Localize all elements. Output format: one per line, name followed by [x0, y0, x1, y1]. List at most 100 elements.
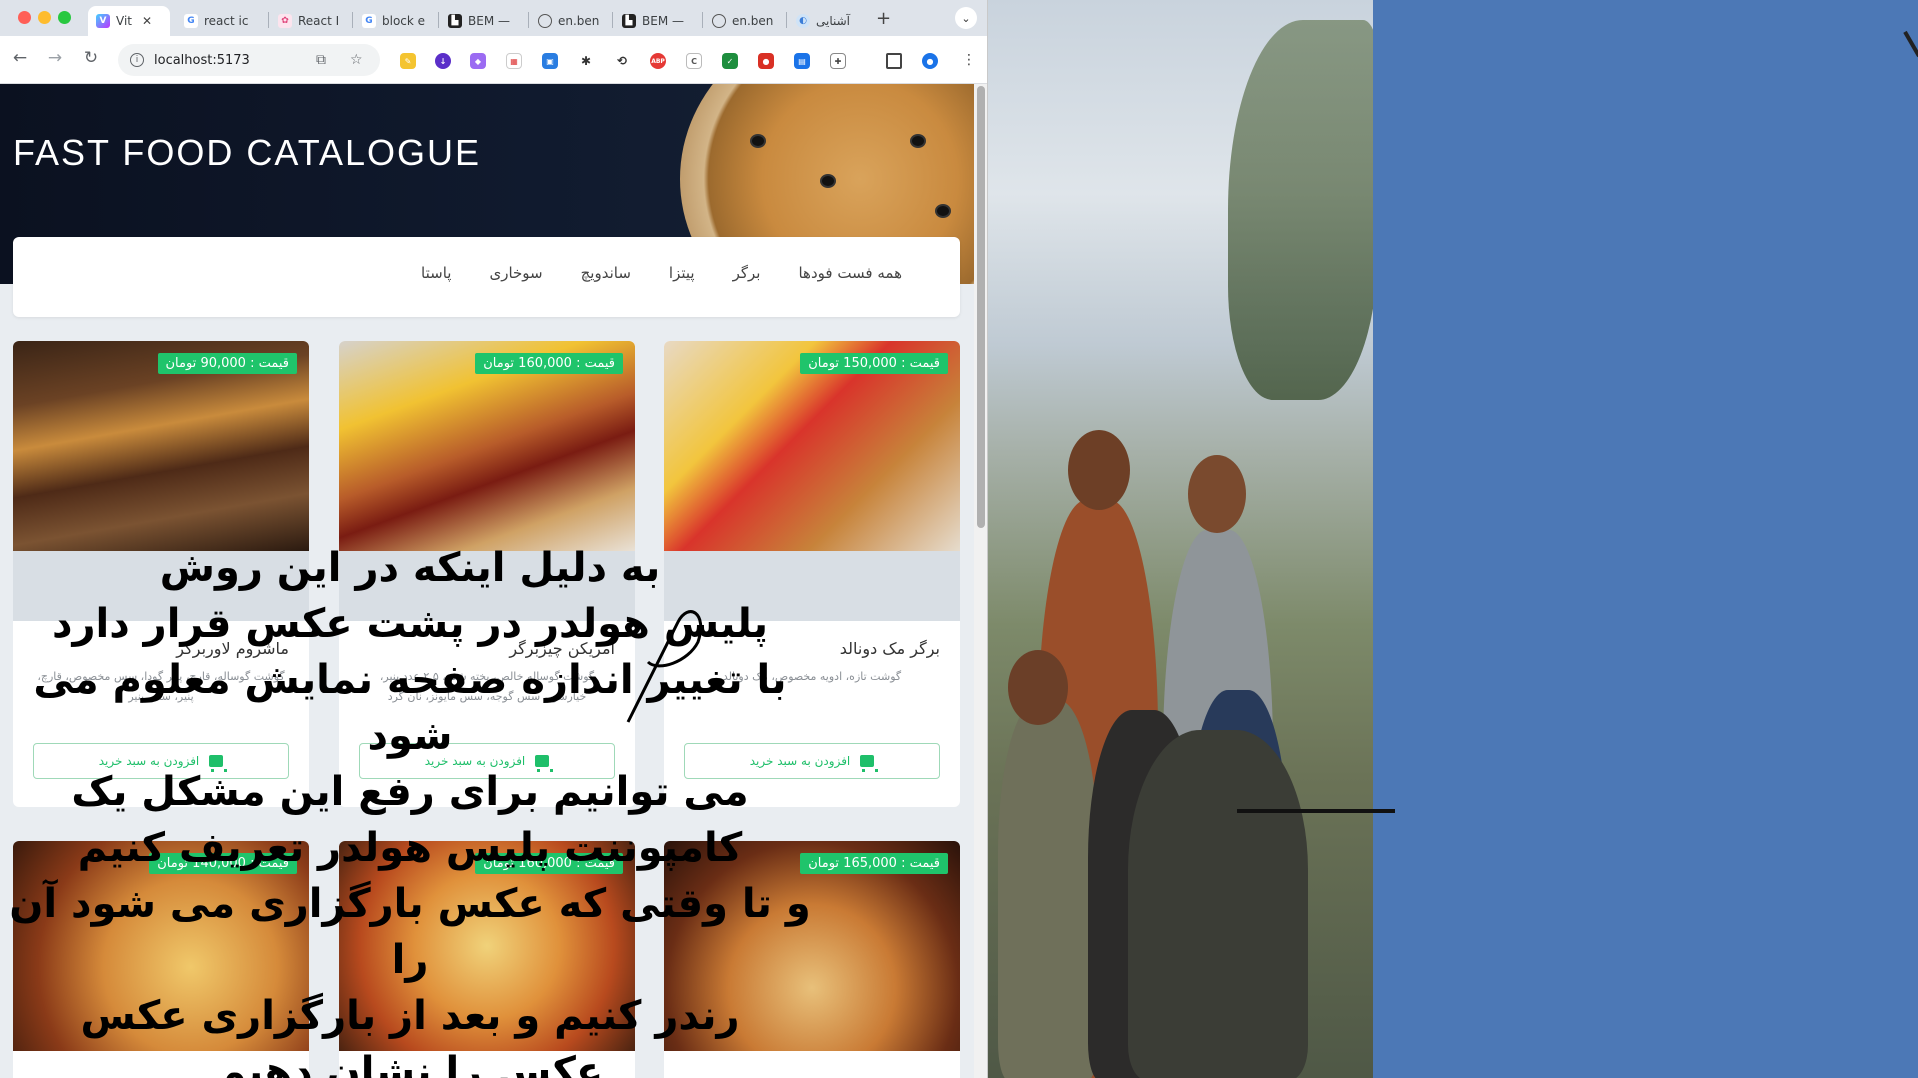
olive-decoration	[910, 134, 926, 148]
site-icon: ◐	[796, 14, 810, 28]
page-title: FAST FOOD CATALOGUE	[13, 132, 482, 173]
olive-decoration	[935, 204, 951, 218]
tab-separator	[438, 12, 439, 28]
extension-record-icon[interactable]: ●	[758, 53, 774, 69]
extension-download-icon[interactable]: ↓	[435, 53, 451, 69]
overlay-line: کامپوننت پلیس هولدر تعریف کنیم	[77, 825, 743, 871]
price-badge: قیمت : 150,000 تومان	[800, 353, 948, 374]
tab-react-icons[interactable]: G react ic	[176, 6, 266, 36]
overlay-line: به دلیل اینکه در این روش	[159, 545, 661, 591]
person-head	[1068, 430, 1130, 510]
google-icon: G	[362, 14, 376, 28]
drawn-line	[1237, 809, 1395, 813]
person-figure	[998, 700, 1098, 1078]
category-nav: همه فست فودها برگر پیتزا ساندویچ سوخاری …	[13, 237, 960, 317]
forward-arrow-icon[interactable]: →	[44, 48, 66, 68]
globe-icon	[538, 14, 552, 28]
tab-label: BEM —	[468, 14, 510, 28]
translate-icon[interactable]: ⧉	[316, 52, 326, 68]
extension-sync-icon[interactable]: ⟲	[614, 53, 630, 69]
pen-scribble	[626, 610, 703, 723]
person-head	[1008, 650, 1068, 725]
reload-icon[interactable]: ↻	[80, 48, 102, 68]
tab-react[interactable]: ✿ React I	[270, 6, 352, 36]
page-scrollbar[interactable]	[974, 84, 987, 1078]
tab-label: react ic	[204, 14, 249, 28]
tab-ashnaei[interactable]: ◐ آشنایی	[788, 6, 870, 36]
nav-all-fastfood[interactable]: همه فست فودها	[798, 264, 902, 282]
minimize-window-button[interactable]	[38, 11, 51, 24]
google-icon: G	[184, 14, 198, 28]
bem-icon: ▙	[622, 14, 636, 28]
olive-decoration	[750, 134, 766, 148]
edge-mark	[1903, 30, 1918, 58]
tab-vite[interactable]: V Vit ✕	[88, 6, 170, 36]
extension-clipboard-icon[interactable]: ▤	[794, 53, 810, 69]
product-name: برگر مک دونالد	[839, 639, 940, 658]
palm-tree-decoration	[1228, 20, 1373, 400]
profile-avatar-icon[interactable]: ●	[922, 53, 938, 69]
tab-label: en.ben	[558, 14, 600, 28]
tab-separator	[528, 12, 529, 28]
tab-separator	[268, 12, 269, 28]
adblock-icon[interactable]: ABP	[650, 53, 666, 69]
extension-bug-icon[interactable]: ✱	[578, 53, 594, 69]
overlay-line: و تا وقتی که عکس بارگزاری می شود آن را	[9, 881, 811, 983]
site-info-icon[interactable]: i	[130, 53, 144, 67]
price-badge: قیمت : 165,000 تومان	[800, 853, 948, 874]
tab-label: Vit	[116, 14, 132, 28]
maximize-window-button[interactable]	[58, 11, 71, 24]
olive-decoration	[820, 174, 836, 188]
globe-icon	[712, 14, 726, 28]
new-tab-button[interactable]: +	[876, 8, 891, 29]
tab-separator	[786, 12, 787, 28]
side-panel-icon[interactable]	[886, 53, 902, 69]
scrollbar-thumb[interactable]	[977, 86, 985, 528]
extension-calendar-icon[interactable]: ▦	[506, 53, 522, 69]
tab-label: block e	[382, 14, 426, 28]
nav-burger[interactable]: برگر	[733, 264, 761, 282]
extension-notes-icon[interactable]: ✎	[400, 53, 416, 69]
tab-strip: V Vit ✕ G react ic ✿ React I G block e ▙…	[0, 0, 987, 36]
bookmark-star-icon[interactable]: ☆	[350, 52, 363, 68]
nav-sandwich[interactable]: ساندویچ	[581, 264, 631, 282]
extensions-puzzle-icon[interactable]: ✚	[830, 53, 846, 69]
person-figure	[1128, 730, 1308, 1078]
family-photo	[988, 0, 1373, 1078]
extension-code-icon[interactable]: C	[686, 53, 702, 69]
close-tab-icon[interactable]: ✕	[142, 14, 152, 28]
tab-block[interactable]: G block e	[354, 6, 438, 36]
extension-color-icon[interactable]: ◆	[470, 53, 486, 69]
close-window-button[interactable]	[18, 11, 31, 24]
tab-separator	[612, 12, 613, 28]
browser-toolbar: ← → ↻ i localhost:5173 ⧉ ☆ ✎ ↓ ◆ ▦ ▣ ✱ ⟲…	[0, 36, 987, 84]
nav-fried[interactable]: سوخاری	[489, 264, 542, 282]
nav-pizza[interactable]: پیتزا	[669, 264, 695, 282]
menu-kebab-icon[interactable]: ⋮	[962, 52, 976, 68]
tab-label: en.ben	[732, 14, 774, 28]
tab-bem-2[interactable]: ▙ BEM —	[614, 6, 702, 36]
tab-separator	[352, 12, 353, 28]
bem-icon: ▙	[448, 14, 462, 28]
tab-label: React I	[298, 14, 340, 28]
tab-bem-1[interactable]: ▙ BEM —	[440, 6, 528, 36]
extension-shield-icon[interactable]: ✓	[722, 53, 738, 69]
tab-search-chevron-icon[interactable]: ⌄	[955, 7, 977, 29]
tab-separator	[702, 12, 703, 28]
person-head	[1188, 455, 1246, 533]
tab-label: BEM —	[642, 14, 684, 28]
react-icon: ✿	[278, 14, 292, 28]
extension-screen-icon[interactable]: ▣	[542, 53, 558, 69]
overlay-line: عکس را نشان دهیم	[216, 1049, 604, 1078]
price-badge: قیمت : 160,000 تومان	[475, 353, 623, 374]
overlay-line: رندر کنیم و بعد از بارگزاری عکس	[80, 993, 740, 1039]
price-badge: قیمت : 90,000 تومان	[157, 353, 297, 374]
vite-icon: V	[96, 14, 110, 28]
tab-label: آشنایی	[816, 14, 851, 28]
tab-enbem-2[interactable]: en.ben	[704, 6, 786, 36]
back-arrow-icon[interactable]: ←	[9, 48, 31, 68]
nav-pasta[interactable]: پاستا	[421, 264, 451, 282]
address-bar[interactable]: i localhost:5173	[118, 44, 380, 76]
cart-icon	[860, 755, 879, 772]
tab-enbem-1[interactable]: en.ben	[530, 6, 612, 36]
